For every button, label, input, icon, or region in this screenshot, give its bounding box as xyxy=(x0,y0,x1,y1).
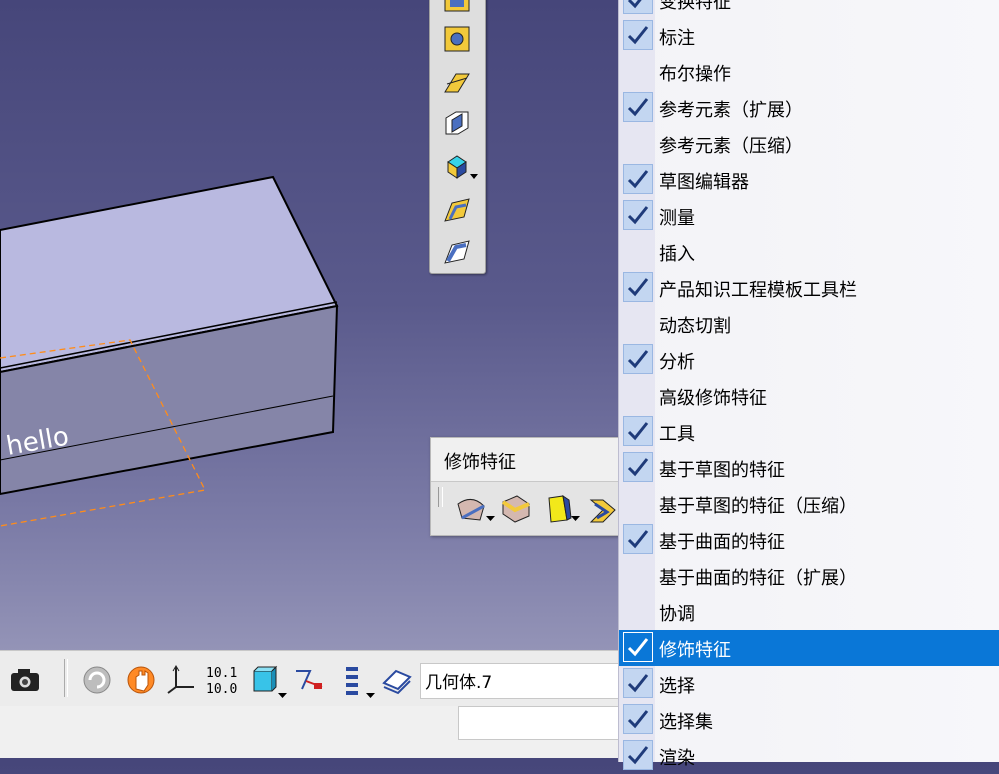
command-input[interactable] xyxy=(458,706,620,740)
svg-text:10.1: 10.1 xyxy=(206,666,237,681)
checkmark-icon xyxy=(623,164,653,194)
floating-toolbar[interactable]: 修饰特征 xyxy=(430,437,632,536)
cube-icon[interactable] xyxy=(248,663,287,698)
checkmark-icon xyxy=(623,704,653,734)
bottom-toolbar: 10.1 10.0 几何体.7 xyxy=(0,650,620,707)
checkmark-icon xyxy=(623,0,653,14)
menu-item[interactable]: 参考元素（扩展） xyxy=(619,90,999,126)
menu-item-label: 草图编辑器 xyxy=(659,172,749,193)
menu-item[interactable]: 修饰特征 xyxy=(619,630,999,666)
menu-item[interactable]: 变换特征 xyxy=(619,0,999,18)
checkmark-icon xyxy=(623,200,653,230)
menu-item[interactable]: 高级修饰特征 xyxy=(619,378,999,414)
removed-multi-section-icon[interactable] xyxy=(442,237,472,267)
menu-item[interactable]: 工具 xyxy=(619,414,999,450)
geometry-field[interactable]: 几何体.7 xyxy=(420,663,620,699)
update-icon[interactable] xyxy=(80,663,114,697)
menu-item[interactable]: 分析 xyxy=(619,342,999,378)
menu-item[interactable]: 渲染 xyxy=(619,738,999,774)
menu-item[interactable]: 草图编辑器 xyxy=(619,162,999,198)
svg-text:10.0: 10.0 xyxy=(206,682,237,697)
solid-combine-icon[interactable] xyxy=(442,150,478,180)
checkmark-icon xyxy=(623,344,653,374)
menu-item-label: 基于草图的特征（压缩） xyxy=(659,496,857,517)
multi-section-icon[interactable] xyxy=(442,195,472,225)
menu-item[interactable]: 基于草图的特征（压缩） xyxy=(619,486,999,522)
axis-icon[interactable] xyxy=(164,663,198,697)
menu-item-label: 渲染 xyxy=(659,748,695,769)
menu-item-label: 协调 xyxy=(659,604,695,625)
3d-viewport[interactable]: hello xyxy=(0,0,620,650)
menu-item-label: 基于曲面的特征 xyxy=(659,532,785,553)
menu-item-label: 标注 xyxy=(659,28,695,49)
menu-item-label: 测量 xyxy=(659,208,695,229)
checkmark-icon xyxy=(623,92,653,122)
menu-item-label: 基于曲面的特征（扩展） xyxy=(659,568,857,589)
toolbar-separator xyxy=(64,659,68,697)
menu-item-label: 分析 xyxy=(659,352,695,373)
menu-item-label: 参考元素（压缩） xyxy=(659,136,803,157)
menu-item[interactable]: 基于曲面的特征（扩展） xyxy=(619,558,999,594)
checkmark-icon xyxy=(623,20,653,50)
menu-item-label: 动态切割 xyxy=(659,316,731,337)
checkmark-icon xyxy=(623,416,653,446)
capture-icon[interactable] xyxy=(8,663,42,697)
toolbar-grip[interactable] xyxy=(438,487,443,507)
menu-item-label: 选择 xyxy=(659,676,695,697)
menu-item[interactable]: 产品知识工程模板工具栏 xyxy=(619,270,999,306)
checkmark-icon xyxy=(623,272,653,302)
menu-item[interactable]: 基于草图的特征 xyxy=(619,450,999,486)
menu-item-label: 参考元素（扩展） xyxy=(659,100,803,121)
menu-item[interactable]: 插入 xyxy=(619,234,999,270)
floating-toolbar-tools xyxy=(431,481,631,535)
menu-item-label: 插入 xyxy=(659,244,695,265)
draft-icon[interactable] xyxy=(541,492,580,526)
menu-item-label: 布尔操作 xyxy=(659,64,731,85)
checkmark-icon xyxy=(623,632,653,662)
checkmark-icon xyxy=(623,452,653,482)
slot-icon[interactable] xyxy=(442,108,472,138)
tree-icon[interactable] xyxy=(336,663,375,698)
menu-item-label: 基于草图的特征 xyxy=(659,460,785,481)
menu-item-label: 产品知识工程模板工具栏 xyxy=(659,280,857,301)
menu-item[interactable]: 选择集 xyxy=(619,702,999,738)
layer-icon[interactable] xyxy=(380,663,414,697)
menu-item-label: 高级修饰特征 xyxy=(659,388,767,409)
shell-icon[interactable] xyxy=(585,492,619,526)
menu-item-label: 修饰特征 xyxy=(659,640,731,661)
menu-item-label: 选择集 xyxy=(659,712,713,733)
constraint-icon[interactable] xyxy=(292,663,326,697)
menu-item-label: 变换特征 xyxy=(659,0,731,13)
rib-icon[interactable] xyxy=(442,68,472,98)
manipulate-icon[interactable] xyxy=(124,663,158,697)
menu-item[interactable]: 布尔操作 xyxy=(619,54,999,90)
menu-item[interactable]: 动态切割 xyxy=(619,306,999,342)
menu-item-label: 工具 xyxy=(659,424,695,445)
menu-item[interactable]: 参考元素（压缩） xyxy=(619,126,999,162)
menu-item[interactable]: 协调 xyxy=(619,594,999,630)
toolbar-context-menu: 变换特征标注布尔操作参考元素（扩展） 参考元素（压缩） 草图编辑器测量插入产品知识工… xyxy=(618,0,999,770)
floating-toolbar-title: 修饰特征 xyxy=(444,452,516,473)
hole-icon[interactable] xyxy=(442,24,472,54)
checkmark-icon xyxy=(623,740,653,770)
menu-item[interactable]: 基于曲面的特征 xyxy=(619,522,999,558)
status-bar xyxy=(0,706,620,758)
pocket-icon[interactable] xyxy=(442,0,472,17)
checkmark-icon xyxy=(623,668,653,698)
vertical-toolbar xyxy=(429,0,486,274)
fillet-icon[interactable] xyxy=(454,492,495,526)
measure-icon[interactable]: 10.1 10.0 xyxy=(204,663,238,697)
variable-fillet-icon[interactable] xyxy=(499,492,533,526)
checkmark-icon xyxy=(623,524,653,554)
menu-item[interactable]: 标注 xyxy=(619,18,999,54)
menu-item[interactable]: 选择 xyxy=(619,666,999,702)
box-model: hello xyxy=(0,175,339,527)
menu-item[interactable]: 测量 xyxy=(619,198,999,234)
